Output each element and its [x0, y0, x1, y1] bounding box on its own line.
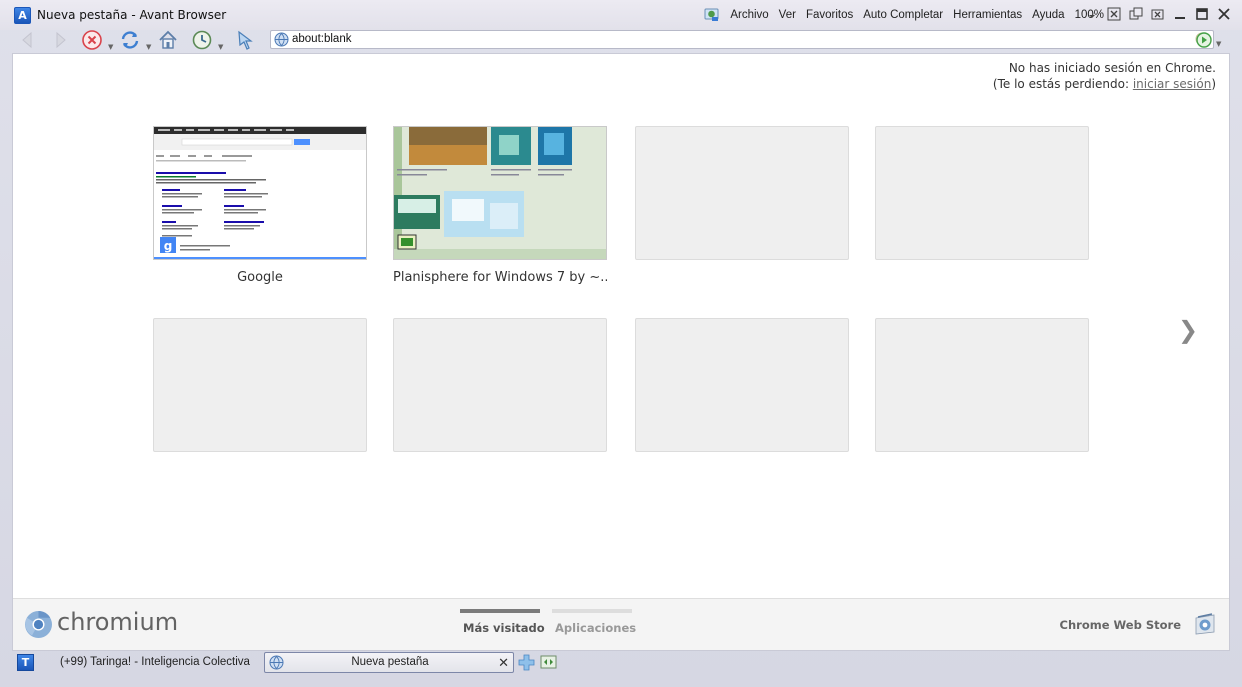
cursor-arrow-icon — [238, 30, 253, 50]
restore-tabs-icon[interactable] — [1128, 6, 1144, 22]
new-tab-page: No has iniciado sesión en Chrome. (Te lo… — [12, 53, 1230, 651]
tab-most-visited[interactable]: Más visitado — [463, 621, 545, 635]
empty-tile-6[interactable] — [393, 318, 607, 452]
tab-menu-logo-icon[interactable]: T — [17, 654, 34, 671]
next-page-arrow-icon[interactable]: ❯ — [1178, 316, 1198, 344]
tab-indicator-apps — [552, 609, 632, 613]
home-icon — [159, 30, 177, 49]
tab-apps[interactable]: Aplicaciones — [555, 621, 636, 635]
globe-icon[interactable] — [704, 8, 720, 22]
cursor-mode-button[interactable] — [234, 28, 258, 52]
tab-switch-icon[interactable] — [540, 654, 557, 671]
refresh-button[interactable] — [118, 28, 142, 52]
go-dropdown-icon[interactable]: ▼ — [1216, 40, 1221, 48]
refresh-dropdown-icon[interactable]: ▼ — [146, 43, 151, 51]
home-button[interactable] — [156, 28, 180, 52]
tab-indicator-most-visited — [460, 609, 540, 613]
planisphere-page-preview — [394, 127, 606, 259]
tab-nueva-pestana[interactable]: Nueva pestaña ✕ — [264, 652, 514, 673]
chrome-web-store-link[interactable]: Chrome Web Store — [1060, 618, 1181, 632]
minimize-icon[interactable] — [1172, 6, 1188, 22]
new-tab-plus-icon[interactable] — [518, 654, 535, 671]
address-bar[interactable]: about:blank — [270, 30, 1214, 49]
close-tab-icon[interactable] — [1106, 6, 1122, 22]
menu-herramientas[interactable]: Herramientas — [953, 9, 1022, 21]
thumbnail-planisphere[interactable] — [393, 126, 607, 260]
tile-caption-google[interactable]: Google — [153, 270, 367, 285]
google-page-preview: g — [154, 127, 366, 259]
empty-tile-3[interactable] — [635, 126, 849, 260]
history-dropdown-icon[interactable]: ▼ — [218, 43, 223, 51]
menu-bar: Archivo Ver Favoritos Auto Completar Her… — [704, 8, 1104, 22]
history-clock-icon — [192, 30, 212, 50]
ntp-footer: chromium Más visitado Aplicaciones Chrom… — [13, 598, 1229, 650]
stop-button[interactable] — [80, 28, 104, 52]
tab-title: Nueva pestaña — [351, 656, 429, 668]
forward-button[interactable] — [48, 28, 72, 52]
svg-text:g: g — [164, 239, 173, 253]
menu-favoritos[interactable]: Favoritos — [806, 9, 853, 21]
signin-suffix: ) — [1211, 77, 1216, 91]
signin-prefix: (Te lo estás perdiendo: — [992, 77, 1133, 91]
signin-line2: (Te lo estás perdiendo: iniciar sesión) — [993, 76, 1216, 92]
tab-taringa[interactable]: (+99) Taringa! - Inteligencia Colectiva — [56, 652, 256, 673]
back-button[interactable] — [16, 28, 40, 52]
signin-line1: No has iniciado sesión en Chrome. — [1008, 61, 1216, 75]
page-globe-icon — [274, 32, 289, 47]
url-text[interactable]: about:blank — [292, 33, 351, 45]
refresh-icon — [121, 31, 139, 49]
dropdown-arrow-icon[interactable] — [1084, 6, 1100, 22]
menu-ver[interactable]: Ver — [779, 9, 796, 21]
web-store-icon[interactable] — [1193, 612, 1217, 636]
go-button-icon[interactable] — [1196, 32, 1212, 48]
back-arrow-icon — [22, 31, 32, 49]
chromium-brand: chromium — [57, 608, 179, 636]
signin-link[interactable]: iniciar sesión — [1133, 77, 1211, 91]
avant-logo-icon[interactable]: A — [14, 7, 31, 24]
thumbnail-google[interactable]: g — [153, 126, 367, 260]
maximize-icon[interactable] — [1194, 6, 1210, 22]
window-controls — [1084, 6, 1232, 22]
empty-tile-7[interactable] — [635, 318, 849, 452]
stop-icon — [82, 30, 102, 50]
history-button[interactable] — [190, 28, 214, 52]
navigation-toolbar: ▼ ▼ ▼ about:blank ▼ — [0, 28, 1242, 52]
chromium-logo-icon — [25, 610, 52, 638]
close-icon[interactable] — [1216, 6, 1232, 22]
menu-auto-completar[interactable]: Auto Completar — [863, 9, 943, 21]
forward-arrow-icon — [56, 31, 66, 49]
empty-tile-5[interactable] — [153, 318, 367, 452]
tab-bar: T (+99) Taringa! - Inteligencia Colectiv… — [0, 651, 1242, 687]
title-bar: A Nueva pestaña - Avant Browser Archivo … — [0, 0, 1242, 30]
tab-close-icon[interactable]: ✕ — [498, 655, 509, 671]
close-all-tabs-icon[interactable] — [1150, 6, 1166, 22]
stop-dropdown-icon[interactable]: ▼ — [108, 43, 113, 51]
signin-notice: No has iniciado sesión en Chrome. (Te lo… — [993, 60, 1216, 92]
empty-tile-4[interactable] — [875, 126, 1089, 260]
menu-archivo[interactable]: Archivo — [730, 9, 768, 21]
tile-caption-planisphere[interactable]: Planisphere for Windows 7 by ~... — [393, 270, 607, 285]
menu-ayuda[interactable]: Ayuda — [1032, 9, 1064, 21]
empty-tile-8[interactable] — [875, 318, 1089, 452]
window-title: Nueva pestaña - Avant Browser — [37, 8, 227, 22]
